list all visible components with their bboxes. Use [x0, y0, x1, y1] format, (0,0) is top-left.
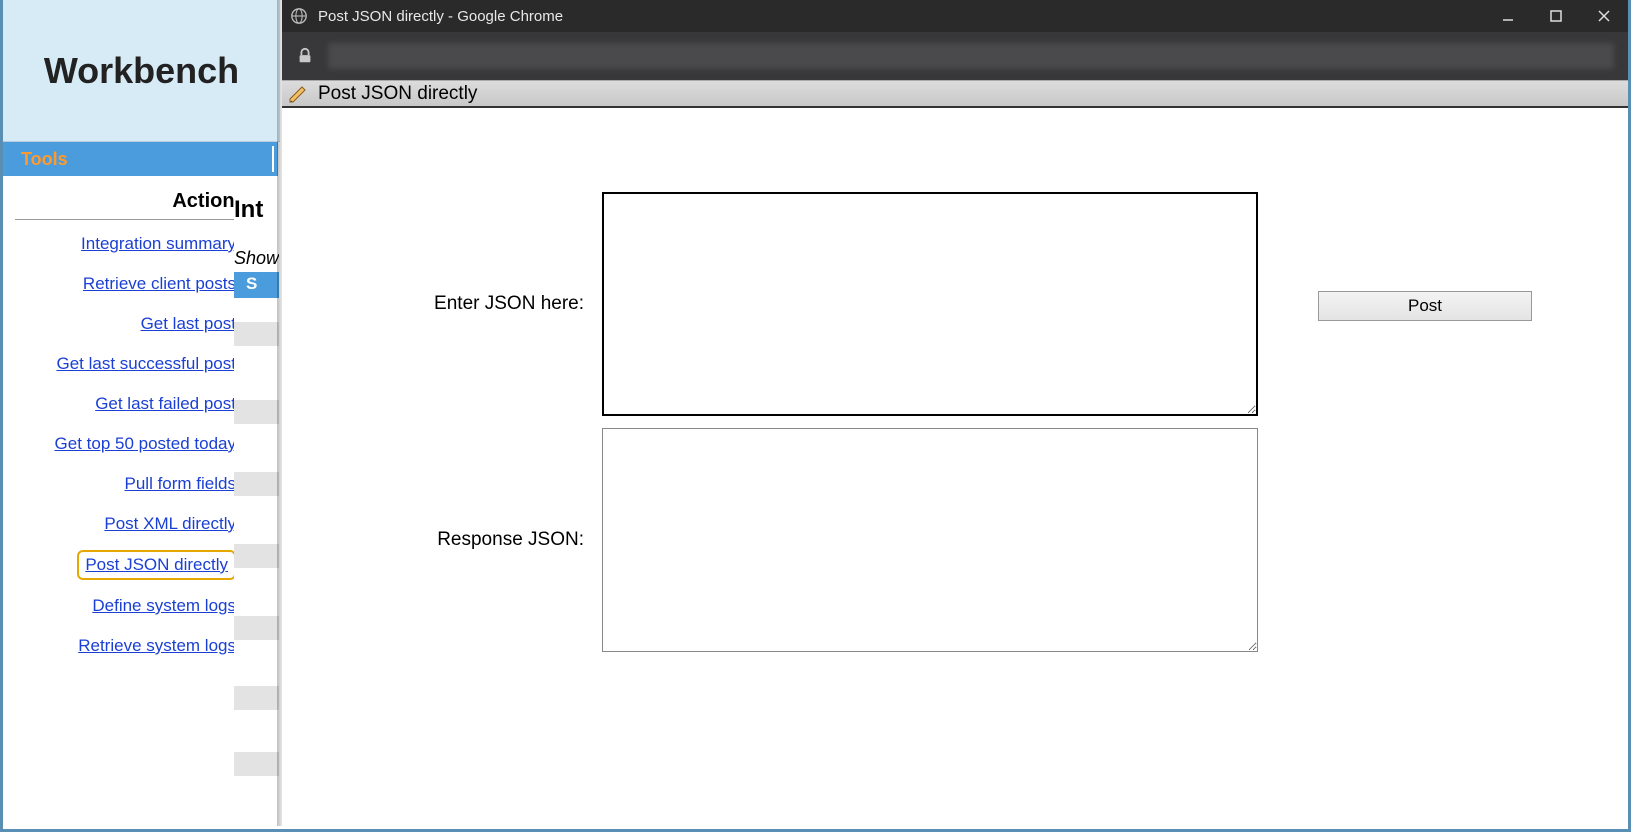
page-tab-header: Post JSON directly: [282, 80, 1628, 108]
action-link-integration-summary[interactable]: Integration summary: [81, 234, 236, 253]
action-link-retrieve-client-posts[interactable]: Retrieve client posts: [83, 274, 236, 293]
chrome-address-bar[interactable]: [282, 32, 1628, 80]
obscured-grey-row: [234, 322, 279, 346]
post-button[interactable]: Post: [1318, 291, 1532, 321]
page-tab-title: Post JSON directly: [318, 83, 477, 105]
obscured-grey-row: [234, 472, 279, 496]
obscured-grey-row: [234, 686, 279, 710]
page-body: Enter JSON here: Response JSON: Post: [282, 108, 1628, 829]
divider: [272, 146, 274, 172]
obscured-show-text: Show: [234, 248, 279, 269]
action-link-get-top-50-posted-today[interactable]: Get top 50 posted today: [55, 434, 236, 453]
action-link-pull-form-fields[interactable]: Pull form fields: [125, 474, 236, 493]
action-row: Get last post: [9, 310, 270, 338]
window-minimize-button[interactable]: [1484, 0, 1532, 32]
obscured-grey-row: [234, 544, 279, 568]
action-link-post-json-directly[interactable]: Post JSON directly: [85, 555, 228, 574]
chrome-window: Post JSON directly - Google Chrome Post …: [282, 0, 1628, 829]
obscured-heading: Int: [234, 196, 263, 224]
action-link-define-system-logs[interactable]: Define system logs: [92, 596, 236, 615]
obscured-blue-row: S: [234, 272, 279, 298]
action-link-get-last-successful-post[interactable]: Get last successful post: [56, 354, 236, 373]
action-row: Retrieve system logs: [9, 632, 270, 660]
url-blurred: [328, 43, 1614, 69]
action-row: Post XML directly: [9, 510, 270, 538]
lock-icon: [296, 47, 314, 65]
action-row: Integration summary: [9, 230, 270, 258]
action-row: Get last successful post: [9, 350, 270, 378]
tools-label: Tools: [21, 149, 68, 170]
action-row: Get last failed post: [9, 390, 270, 418]
obscured-background-panel: Int Show S: [234, 176, 279, 826]
response-json-textarea[interactable]: [602, 428, 1258, 652]
action-link-retrieve-system-logs[interactable]: Retrieve system logs: [78, 636, 236, 655]
globe-icon: [290, 7, 308, 25]
enter-json-textarea[interactable]: [602, 192, 1258, 416]
actions-header: Actions ▶: [15, 190, 268, 220]
obscured-grey-row: [234, 400, 279, 424]
obscured-grey-row: [234, 752, 279, 776]
action-row: Pull form fields: [9, 470, 270, 498]
action-link-get-last-post[interactable]: Get last post: [141, 314, 236, 333]
pencil-icon: [288, 84, 308, 104]
action-link-post-xml-directly[interactable]: Post XML directly: [104, 514, 236, 533]
chrome-window-title: Post JSON directly - Google Chrome: [318, 8, 563, 25]
action-row: Retrieve client posts: [9, 270, 270, 298]
chrome-titlebar: Post JSON directly - Google Chrome: [282, 0, 1628, 32]
response-json-label: Response JSON:: [292, 529, 602, 551]
obscured-grey-row: [234, 616, 279, 640]
window-maximize-button[interactable]: [1532, 0, 1580, 32]
action-row: Post JSON directly: [9, 550, 270, 580]
action-link-get-last-failed-post[interactable]: Get last failed post: [95, 394, 236, 413]
tools-section-header[interactable]: Tools: [3, 142, 280, 176]
enter-json-label: Enter JSON here:: [292, 293, 602, 315]
action-row: Define system logs: [9, 592, 270, 620]
window-close-button[interactable]: [1580, 0, 1628, 32]
workbench-title: Workbench: [3, 0, 280, 142]
action-row: Get top 50 posted today: [9, 430, 270, 458]
